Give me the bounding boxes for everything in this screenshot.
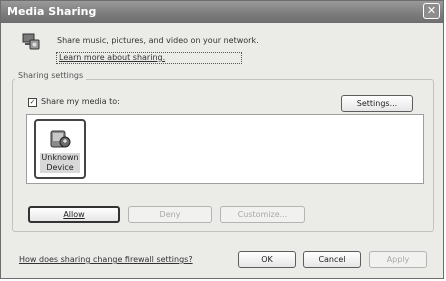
allow-button[interactable]: Allow	[28, 206, 120, 223]
customize-button-label: Customize...	[237, 210, 288, 219]
device-label-line2: Device	[46, 163, 74, 172]
close-icon: ✕	[426, 4, 437, 17]
device-label: Unknown Device	[40, 153, 80, 173]
close-button[interactable]: ✕	[423, 3, 440, 19]
sharing-settings-label: Sharing settings	[15, 71, 87, 80]
cancel-button-label: Cancel	[318, 255, 346, 264]
deny-button-label: Deny	[159, 210, 181, 219]
share-media-label[interactable]: Share my media to:	[41, 97, 120, 106]
settings-button[interactable]: Settings...	[341, 95, 413, 112]
apply-button[interactable]: Apply	[369, 251, 427, 268]
settings-button-label: Settings...	[356, 99, 398, 108]
header-description: Share music, pictures, and video on your…	[57, 36, 259, 45]
checkmark-icon: ✓	[29, 98, 36, 106]
media-share-icon	[22, 33, 40, 50]
apply-button-label: Apply	[386, 255, 410, 264]
device-label-line1: Unknown	[41, 153, 79, 162]
ok-button[interactable]: OK	[238, 251, 296, 268]
deny-button[interactable]: Deny	[128, 206, 212, 223]
cancel-button[interactable]: Cancel	[303, 251, 361, 268]
ok-button-label: OK	[261, 255, 273, 264]
firewall-help-link[interactable]: How does sharing change firewall setting…	[19, 255, 193, 264]
title-bar[interactable]: Media Sharing ✕	[1, 1, 443, 23]
allow-button-label: Allow	[63, 210, 85, 219]
media-sharing-dialog: Media Sharing ✕ Share music, pictures, a…	[0, 0, 444, 279]
share-media-checkbox[interactable]: ✓	[28, 98, 37, 107]
learn-more-link[interactable]: Learn more about sharing.	[56, 52, 242, 64]
window-title: Media Sharing	[7, 5, 97, 18]
customize-button[interactable]: Customize...	[220, 206, 305, 223]
device-item-unknown[interactable]: Unknown Device	[34, 119, 86, 179]
device-list[interactable]: Unknown Device	[26, 114, 424, 184]
unknown-device-icon	[50, 130, 71, 148]
